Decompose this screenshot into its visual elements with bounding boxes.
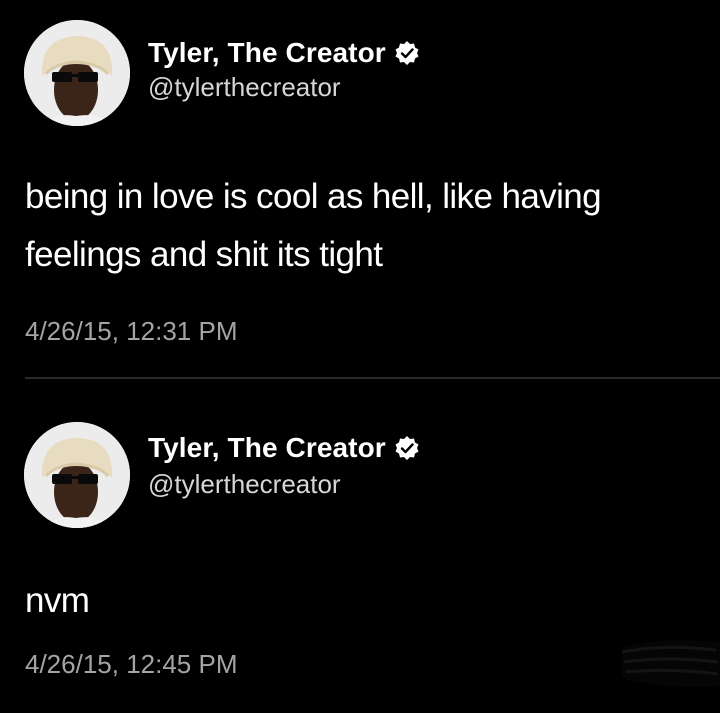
display-name[interactable]: Tyler, The Creator — [148, 432, 386, 464]
tweet: Tyler, The Creator @tylerthecreator bein… — [0, 0, 720, 378]
name-row: Tyler, The Creator — [148, 432, 420, 464]
verified-badge-icon — [394, 435, 420, 461]
redaction-mark — [616, 628, 720, 690]
handle[interactable]: @tylerthecreator — [148, 72, 341, 103]
tweet-text: nvm — [25, 581, 90, 620]
avatar-icon — [24, 422, 130, 528]
name-row: Tyler, The Creator — [148, 37, 420, 69]
verified-badge-icon — [394, 40, 420, 66]
divider — [25, 377, 720, 379]
display-name[interactable]: Tyler, The Creator — [148, 37, 386, 69]
avatar[interactable] — [24, 422, 130, 528]
tweet: Tyler, The Creator @tylerthecreator nvm … — [0, 380, 720, 713]
tweet-text: being in love is cool as hell, like havi… — [25, 177, 602, 274]
handle[interactable]: @tylerthecreator — [148, 469, 341, 500]
timestamp[interactable]: 4/26/15, 12:31 PM — [25, 316, 237, 347]
avatar-icon — [24, 20, 130, 126]
timestamp[interactable]: 4/26/15, 12:45 PM — [25, 649, 237, 680]
avatar[interactable] — [24, 20, 130, 126]
